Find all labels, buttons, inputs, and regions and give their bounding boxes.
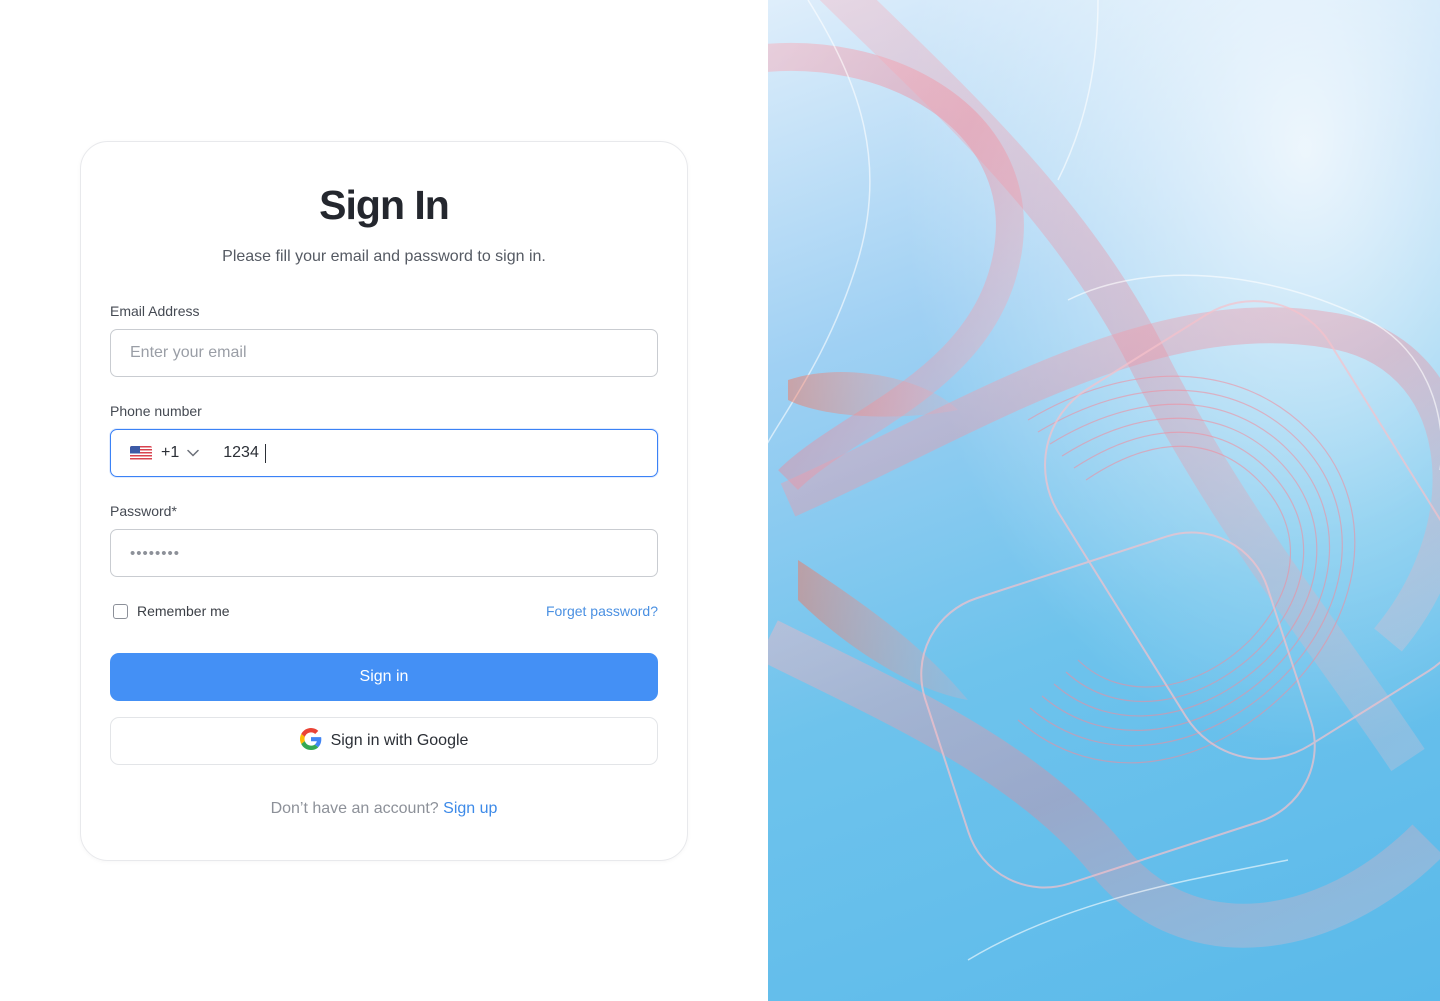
signin-button[interactable]: Sign in [110, 653, 658, 701]
forgot-password-link[interactable]: Forget password? [546, 603, 658, 619]
phone-input[interactable]: 1234 [223, 444, 259, 462]
password-input[interactable]: •••••••• [130, 545, 180, 562]
chevron-down-icon[interactable] [187, 449, 199, 457]
page-subtitle: Please fill your email and password to s… [222, 248, 546, 265]
us-flag-icon[interactable] [130, 445, 152, 461]
password-label: Password* [110, 503, 177, 519]
email-field[interactable] [110, 329, 658, 377]
phone-field[interactable]: +1 1234 [110, 429, 658, 477]
abstract-ribbon-artwork [768, 0, 1440, 1001]
remember-label[interactable]: Remember me [137, 603, 230, 619]
signup-prompt: Don’t have an account? Sign up [81, 800, 687, 818]
google-icon [299, 727, 322, 755]
google-signin-button[interactable]: Sign in with Google [110, 717, 658, 765]
page-title: Sign In [319, 182, 450, 228]
signup-link[interactable]: Sign up [443, 800, 497, 817]
google-button-label[interactable]: Sign in with Google [331, 732, 469, 750]
remember-me[interactable]: Remember me [113, 603, 230, 619]
password-field[interactable]: •••••••• [110, 529, 658, 577]
email-input[interactable] [130, 344, 638, 362]
country-code[interactable]: +1 [161, 444, 179, 462]
hero-image [768, 0, 1440, 1001]
remember-checkbox[interactable] [113, 603, 128, 619]
phone-label: Phone number [110, 403, 202, 419]
email-label: Email Address [110, 303, 200, 319]
signin-panel: Sign In Please fill your email and passw… [0, 0, 768, 1001]
signin-card: Sign In Please fill your email and passw… [80, 141, 688, 861]
text-cursor [264, 443, 266, 463]
signup-prompt-text: Don’t have an account? [270, 800, 439, 817]
